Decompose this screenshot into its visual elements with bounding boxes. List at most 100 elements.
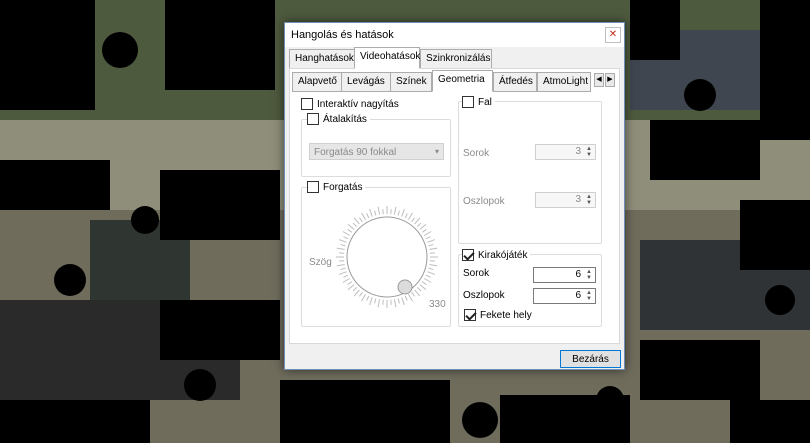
dial-tick [414, 289, 421, 297]
dial-tick [408, 212, 413, 221]
dial-tick [338, 271, 347, 275]
puzzle-columns-spinbox[interactable]: 6 ▲ ▼ [533, 288, 596, 304]
puzzle-checkbox[interactable]: Kirakójáték [462, 249, 531, 261]
dial-tick [393, 206, 397, 215]
dial-tick [428, 244, 434, 247]
dial-tick [423, 231, 432, 236]
subtab-basic[interactable]: Alapvető [292, 72, 342, 92]
wall-checkbox[interactable]: Fal [462, 96, 495, 108]
tabs-scroll-left-icon[interactable]: ◀ [594, 73, 604, 87]
close-button[interactable]: Bezárás [560, 350, 621, 368]
black-slot-checkbox[interactable]: Fekete hely [464, 309, 532, 321]
transform-checkbox[interactable]: Átalakítás [307, 113, 370, 125]
wall-columns-label: Oszlopok [463, 196, 505, 207]
tab-video-effects[interactable]: Videohatások [354, 47, 420, 69]
subtab-atmolight[interactable]: AtmoLight [537, 72, 591, 92]
dial-tick [425, 236, 431, 240]
puzzle-columns-label: Oszlopok [463, 290, 505, 301]
dial-tick [404, 213, 408, 219]
subtab-crop[interactable]: Levágás [341, 72, 391, 92]
dial-tick [369, 208, 373, 217]
tab-synchronization[interactable]: Szinkronizálás [420, 49, 492, 69]
wall-label: Fal [478, 96, 492, 108]
rotation-dial[interactable] [332, 202, 442, 312]
puzzle-columns-value: 6 [575, 290, 581, 301]
dial-tick [417, 287, 422, 292]
black-slot-label: Fekete hely [480, 309, 532, 321]
dialog-titlebar: Hangolás és hatások ✕ [285, 23, 624, 47]
interactive-zoom-label: Interaktív nagyítás [317, 98, 399, 110]
transform-select-value: Forgatás 90 fokkal [314, 147, 397, 158]
dial-tick [342, 278, 351, 283]
dial-tick [429, 263, 438, 267]
rotate-checkbox[interactable]: Forgatás [307, 181, 366, 193]
wall-group [458, 101, 602, 244]
dial-tick [343, 236, 349, 240]
dial-tick [393, 299, 397, 308]
dial-tick [340, 244, 346, 247]
spin-arrows-icon[interactable]: ▲ ▼ [584, 290, 594, 302]
subtab-overlay[interactable]: Átfedés [493, 72, 537, 92]
dial-tick [352, 287, 357, 292]
dial-tick [366, 213, 370, 219]
wall-rows-value: 3 [575, 146, 581, 157]
interactive-zoom-checkbox[interactable]: Interaktív nagyítás [301, 98, 399, 110]
dial-tick [425, 274, 431, 278]
dial-tick [353, 289, 360, 297]
dial-tick [428, 267, 434, 270]
dial-tick [408, 293, 413, 302]
dial-tick [411, 217, 415, 223]
dial-tick [347, 281, 353, 285]
dial-tick [374, 298, 377, 304]
dial-tick [342, 231, 351, 236]
tab-audio-effects[interactable]: Hanghatások [289, 49, 355, 69]
tabs-scroll-right-icon[interactable]: ▶ [605, 73, 615, 87]
dial-tick [359, 217, 363, 223]
dial-tick [401, 208, 405, 217]
close-icon[interactable]: ✕ [605, 27, 621, 43]
dial-tick [423, 278, 432, 283]
dial-tick [419, 284, 427, 291]
wall-columns-spinbox[interactable]: 3 ▲ ▼ [535, 192, 596, 208]
dial-tick [421, 229, 427, 233]
angle-label: Szög [309, 257, 332, 268]
dial-tick [419, 223, 427, 230]
subtab-geometry[interactable]: Geometria [432, 70, 493, 92]
dial-tick [377, 206, 381, 215]
wall-rows-spinbox[interactable]: 3 ▲ ▼ [535, 144, 596, 160]
dial-tick [397, 210, 400, 216]
dial-tick [427, 239, 436, 243]
dial-tick [369, 297, 373, 306]
dial-tick [414, 217, 421, 225]
dial-tick [417, 222, 422, 227]
dial-tick [347, 223, 355, 230]
dial-tick [374, 210, 377, 216]
transform-select[interactable]: Forgatás 90 fokkal ▾ [309, 143, 444, 160]
dial-knob[interactable] [397, 279, 413, 295]
subtab-colors[interactable]: Színek [390, 72, 432, 92]
dial-tick [340, 267, 346, 270]
dial-tick [377, 299, 381, 308]
dial-tick [366, 295, 370, 301]
wall-rows-label: Sorok [463, 148, 490, 159]
checkbox-box [307, 181, 319, 193]
dial-tick [347, 284, 355, 291]
puzzle-rows-spinbox[interactable]: 6 ▲ ▼ [533, 267, 596, 283]
rotate-label: Forgatás [323, 181, 363, 193]
dial-tick [359, 291, 363, 297]
puzzle-rows-label: Sorok [463, 268, 490, 279]
dial-tick [361, 293, 366, 302]
dial-tick [336, 263, 345, 267]
dial-tick [352, 222, 357, 227]
checkbox-box [462, 249, 474, 261]
video-effects-panel: Alapvető Levágás Színek Geometria Átfedé… [289, 68, 620, 344]
dial-tick [427, 271, 436, 275]
wall-columns-value: 3 [575, 194, 581, 205]
dial-tick [429, 247, 438, 251]
dial-tick [411, 291, 415, 297]
spin-arrows-icon[interactable]: ▲ ▼ [584, 146, 594, 158]
dial-tick [404, 295, 408, 301]
spin-arrows-icon[interactable]: ▲ ▼ [584, 269, 594, 281]
spin-arrows-icon[interactable]: ▲ ▼ [584, 194, 594, 206]
checkbox-box [464, 309, 476, 321]
